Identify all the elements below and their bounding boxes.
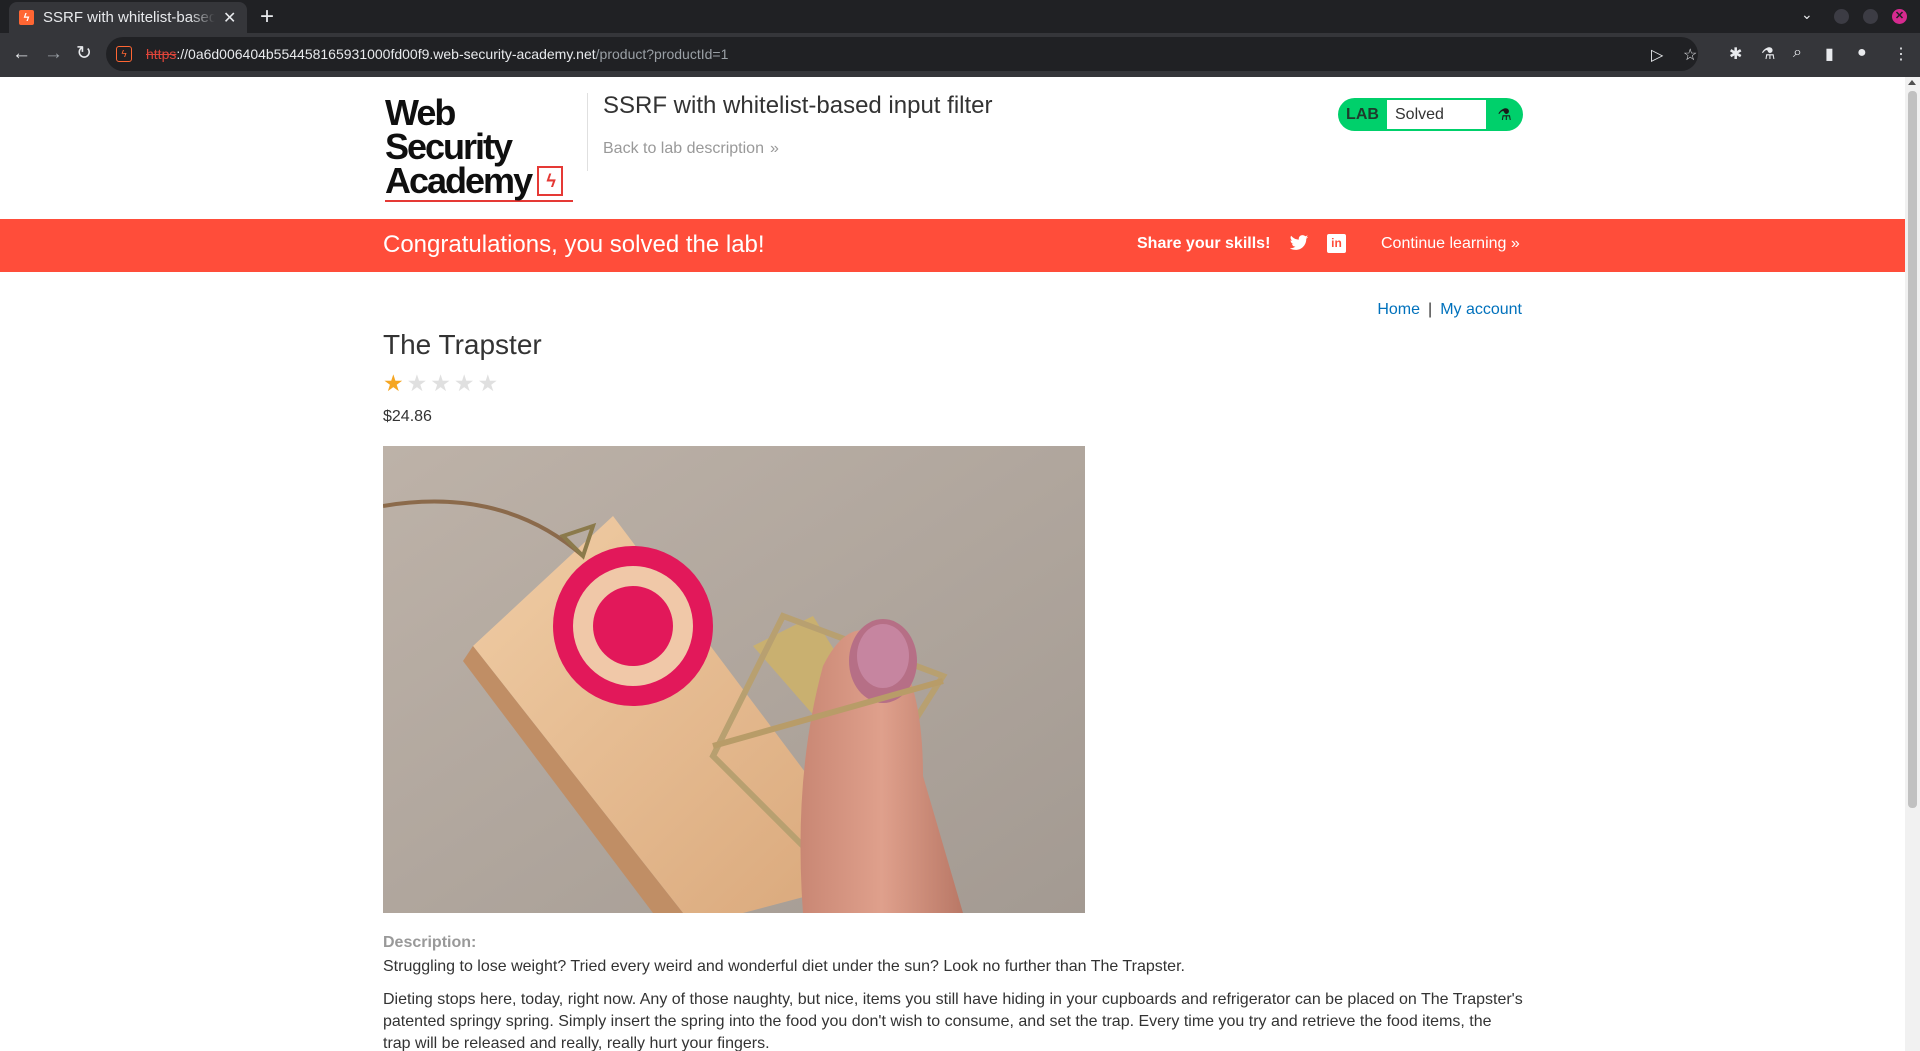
tab-search-icon[interactable]: ⌄	[1801, 6, 1813, 23]
profile-icon[interactable]: ●	[1857, 44, 1867, 62]
send-icon[interactable]: ▷	[1651, 45, 1663, 65]
star-empty-icon: ★	[453, 370, 475, 396]
back-to-lab-description-link[interactable]: Back to lab description »	[603, 140, 779, 158]
forward-icon[interactable]: →	[44, 43, 63, 65]
congratulations-message: Congratulations, you solved the lab!	[383, 231, 765, 258]
browser-tab[interactable]: ϟ SSRF with whitelist-based input filter…	[9, 2, 247, 33]
scroll-up-arrow-icon[interactable]	[1908, 80, 1916, 85]
new-tab-button[interactable]: +	[260, 3, 274, 31]
lab-status-widget: LAB Solved ⚗	[1338, 98, 1523, 131]
scrollbar-thumb[interactable]	[1908, 91, 1917, 808]
description-paragraph-2: Dieting stops here, today, right now. An…	[383, 991, 1523, 1051]
header-divider	[587, 93, 588, 171]
tab-close-icon[interactable]: ✕	[223, 8, 236, 28]
star-filled-icon: ★	[383, 370, 404, 396]
star-empty-icon: ★	[430, 370, 451, 396]
lab-badge: LAB	[1346, 105, 1379, 123]
continue-learning-link[interactable]: Continue learning »	[1381, 235, 1520, 253]
logo-bolt-icon: ϟ	[537, 166, 564, 196]
logo-text-line2: Academy ϟ	[385, 160, 585, 201]
address-bar[interactable]: ϟ https ://0a6d006404b554458165931000fd0…	[106, 37, 1698, 71]
back-link-label: Back to lab description	[603, 140, 764, 157]
reload-icon[interactable]: ↻	[76, 43, 92, 65]
lab-title: SSRF with whitelist-based input filter	[603, 92, 993, 119]
site-info-icon[interactable]: ϟ	[116, 46, 132, 62]
web-security-academy-logo[interactable]: Web Security Academy ϟ	[385, 92, 585, 202]
page-content: Web Security Academy ϟ SSRF with whiteli…	[0, 77, 1905, 1051]
product-title: The Trapster	[383, 329, 542, 360]
description-paragraph-1: Struggling to lose weight? Tried every w…	[383, 958, 1185, 975]
browser-toolbar: ← → ↻ ϟ https ://0a6d006404b554458165931…	[0, 33, 1920, 77]
tab-title: SSRF with whitelist-based input filter	[43, 9, 215, 26]
home-link[interactable]: Home	[1377, 301, 1420, 318]
minimize-button[interactable]	[1834, 9, 1849, 24]
tab-favicon-icon: ϟ	[19, 10, 34, 25]
product-image-mousetrap	[383, 446, 1085, 913]
top-nav-links: Home | My account	[1377, 301, 1522, 319]
product-price: $24.86	[383, 408, 432, 425]
my-account-link[interactable]: My account	[1440, 301, 1522, 318]
lab-flask-extension-icon[interactable]: ⚗	[1761, 44, 1775, 64]
extensions-icon[interactable]: ✱	[1729, 44, 1742, 64]
logo-text-line1: Web Security	[385, 92, 513, 167]
url-scheme: https	[146, 46, 177, 62]
window-close-button[interactable]: ✕	[1892, 9, 1907, 24]
side-panel-icon[interactable]: ▮	[1825, 44, 1834, 64]
menu-icon[interactable]: ⋮	[1893, 44, 1909, 64]
double-chevron-right-icon: »	[769, 140, 779, 157]
browser-tab-strip: ϟ SSRF with whitelist-based input filter…	[0, 0, 1920, 33]
logo-text-academy: Academy	[385, 160, 533, 201]
url-path: /product?productId=1	[595, 46, 729, 62]
linkedin-icon[interactable]: in	[1327, 234, 1346, 253]
share-skills-label: Share your skills!	[1137, 235, 1271, 252]
back-icon[interactable]: ←	[12, 43, 31, 65]
search-icon[interactable]: ⌕	[1793, 44, 1802, 62]
page-scrollbar[interactable]	[1905, 77, 1920, 1051]
flask-icon: ⚗	[1497, 106, 1512, 124]
lab-status-text: Solved	[1387, 100, 1486, 129]
star-empty-icon: ★	[406, 370, 428, 396]
product-rating: ★ ★ ★ ★ ★	[383, 372, 498, 395]
nav-separator: |	[1428, 301, 1433, 318]
solved-banner: Congratulations, you solved the lab! Sha…	[0, 219, 1905, 272]
continue-learning-label: Continue learning	[1381, 235, 1507, 252]
double-chevron-right-icon: »	[1510, 235, 1520, 252]
star-empty-icon: ★	[477, 370, 499, 396]
url-host: ://0a6d006404b554458165931000fd00f9.web-…	[176, 46, 596, 62]
bookmark-star-icon[interactable]: ☆	[1683, 45, 1697, 65]
maximize-button[interactable]	[1863, 9, 1878, 24]
twitter-icon[interactable]	[1289, 233, 1309, 253]
description-label: Description:	[383, 934, 477, 951]
